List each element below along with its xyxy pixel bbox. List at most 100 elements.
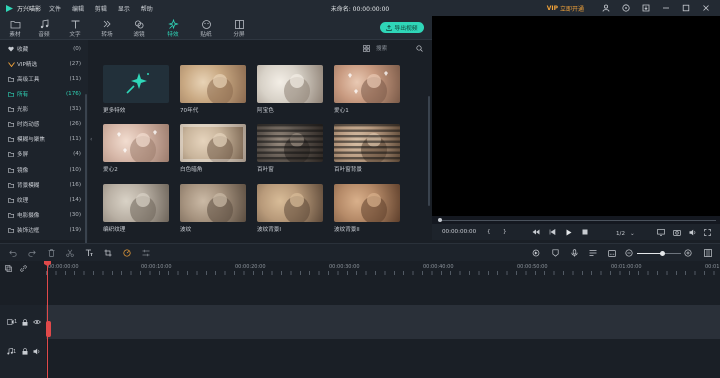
maximize-icon[interactable] xyxy=(676,0,696,16)
notification-icon[interactable] xyxy=(616,0,636,16)
render-icon[interactable] xyxy=(531,248,541,258)
collapse-sidebar-icon[interactable]: ‹ xyxy=(90,136,92,143)
category-item[interactable]: 多屏 (4) xyxy=(0,148,88,160)
tab-folder[interactable]: 素材 xyxy=(4,18,26,38)
menu-file[interactable]: 文件 xyxy=(49,6,61,13)
audio-lock-icon[interactable] xyxy=(22,348,28,355)
category-label: 光影 xyxy=(17,107,29,113)
effect-thumbnail[interactable] xyxy=(334,184,400,222)
video-track-lane[interactable] xyxy=(46,305,720,339)
zoom-slider-handle[interactable] xyxy=(660,251,665,256)
effect-thumbnail[interactable] xyxy=(103,65,169,103)
speed-icon[interactable] xyxy=(122,248,132,258)
fullscreen-icon[interactable] xyxy=(704,227,711,237)
effects-scrollbar[interactable] xyxy=(428,96,430,206)
vip-open-link[interactable]: 立即开通 xyxy=(560,4,584,13)
audio-mixer-icon[interactable] xyxy=(588,248,598,258)
mark-in-icon[interactable]: { xyxy=(487,227,491,237)
zoom-in-icon[interactable] xyxy=(683,248,693,258)
rewind-icon[interactable] xyxy=(532,227,540,237)
vip-badge[interactable]: VIP xyxy=(547,5,558,12)
playhead[interactable] xyxy=(47,262,48,378)
lock-icon[interactable] xyxy=(22,319,28,326)
stop-icon[interactable] xyxy=(582,227,588,237)
menu-clip[interactable]: 剪辑 xyxy=(95,6,107,13)
tab-filter[interactable]: 滤镜 xyxy=(128,18,150,38)
volume-icon[interactable] xyxy=(689,227,697,237)
category-item[interactable]: 背景模糊 (16) xyxy=(0,179,88,191)
track-manager-icon[interactable] xyxy=(703,248,713,258)
quality-select[interactable]: 1/2 xyxy=(616,229,625,239)
monitor-icon[interactable] xyxy=(657,227,665,237)
effect-thumbnail[interactable] xyxy=(103,124,169,162)
minimize-icon[interactable] xyxy=(656,0,676,16)
category-item[interactable]: 高级工具 (11) xyxy=(0,73,88,85)
category-item[interactable]: 收藏 (0) xyxy=(0,43,88,55)
sidebar-scrollbar[interactable] xyxy=(85,94,87,244)
category-item[interactable]: 时尚动感 (26) xyxy=(0,118,88,130)
visibility-icon[interactable] xyxy=(33,319,41,325)
tab-label: 音频 xyxy=(38,32,50,38)
seek-handle[interactable] xyxy=(438,218,442,222)
category-item[interactable]: 镜像 (10) xyxy=(0,164,88,176)
prev-frame-icon[interactable] xyxy=(549,227,556,237)
mute-icon[interactable] xyxy=(33,348,41,355)
tab-sticker[interactable]: 贴纸 xyxy=(195,18,217,38)
snapshot-icon[interactable] xyxy=(673,227,681,237)
crop-icon[interactable] xyxy=(103,248,113,258)
undo-icon[interactable] xyxy=(8,248,18,258)
effect-thumbnail[interactable] xyxy=(180,124,246,162)
effect-thumbnail[interactable] xyxy=(257,65,323,103)
category-count: (4) xyxy=(73,151,81,157)
microphone-icon[interactable] xyxy=(569,248,579,258)
tab-transition[interactable]: 转场 xyxy=(96,18,118,38)
download-icon[interactable] xyxy=(636,0,656,16)
category-item[interactable]: 装饰边框 (19) xyxy=(0,224,88,236)
export-label: 导出视频 xyxy=(394,26,418,32)
timeline-toolbar xyxy=(0,243,720,261)
grid-view-icon[interactable] xyxy=(363,44,370,52)
effect-thumbnail[interactable] xyxy=(257,124,323,162)
category-item[interactable]: 模糊与聚焦 (11) xyxy=(0,133,88,145)
menu-edit[interactable]: 编辑 xyxy=(72,6,84,13)
split-icon[interactable] xyxy=(65,248,75,258)
adjust-icon[interactable] xyxy=(141,248,151,258)
effect-thumbnail[interactable] xyxy=(334,65,400,103)
category-item[interactable]: 纹理 (14) xyxy=(0,194,88,206)
tab-music[interactable]: 音频 xyxy=(33,18,55,38)
play-icon[interactable] xyxy=(566,227,572,237)
close-icon[interactable] xyxy=(696,0,716,16)
subtitle-icon[interactable] xyxy=(607,248,617,258)
marker-icon[interactable] xyxy=(550,248,560,258)
redo-icon[interactable] xyxy=(27,248,37,258)
effect-thumbnail[interactable] xyxy=(103,184,169,222)
effect-thumbnail[interactable] xyxy=(180,65,246,103)
effect-thumbnail[interactable] xyxy=(334,124,400,162)
export-button[interactable]: 导出视频 xyxy=(380,22,424,33)
timeline-ruler[interactable]: 00:00:00:00 00:00:10:00 00:00:20:00 00:00:3… xyxy=(0,261,720,275)
category-item[interactable]: VIP精选 (27) xyxy=(0,58,88,70)
preview-seekbar[interactable] xyxy=(432,216,720,224)
search-icon[interactable] xyxy=(416,44,423,52)
quality-chevron-icon[interactable]: ⌄ xyxy=(630,229,635,239)
tab-sparkle[interactable]: 特效 xyxy=(162,18,184,41)
effect-thumbnail[interactable] xyxy=(257,184,323,222)
category-item[interactable]: 所有 (176) xyxy=(0,88,88,100)
tab-label: 特效 xyxy=(167,32,179,38)
link-icon[interactable] xyxy=(20,265,27,272)
delete-icon[interactable] xyxy=(46,248,56,258)
menu-view[interactable]: 显示 xyxy=(118,6,130,13)
add-track-icon[interactable] xyxy=(5,265,12,272)
zoom-out-icon[interactable] xyxy=(624,248,634,258)
category-count: (16) xyxy=(69,182,81,188)
category-item[interactable]: 电影摄像 (30) xyxy=(0,209,88,221)
text-tool-icon[interactable] xyxy=(84,248,94,258)
search-input[interactable]: 搜索 xyxy=(376,44,410,52)
mark-out-icon[interactable]: } xyxy=(503,227,507,237)
account-icon[interactable] xyxy=(596,0,616,16)
category-item[interactable]: 光影 (31) xyxy=(0,103,88,115)
effect-thumbnail[interactable] xyxy=(180,184,246,222)
tab-splitscreen[interactable]: 分屏 xyxy=(228,18,250,38)
tab-text[interactable]: 文字 xyxy=(64,18,86,38)
menu-help[interactable]: 帮助 xyxy=(141,6,153,13)
